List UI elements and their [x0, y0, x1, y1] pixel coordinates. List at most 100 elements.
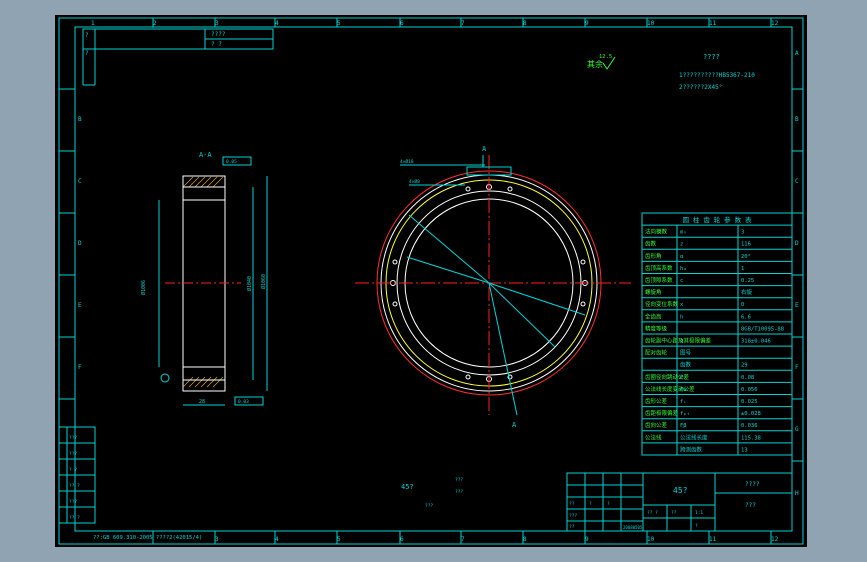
bottom-zone-3: 3: [215, 536, 219, 543]
gear-row-value: 115.38: [741, 435, 761, 441]
gear-row-symbol: hₐ: [680, 266, 687, 272]
title-small-2: ??: [671, 510, 677, 516]
gear-row-value: 1: [741, 266, 744, 272]
left-row-e: E: [78, 302, 82, 309]
bottom-zone-5: 5: [337, 536, 341, 543]
right-row-d: D: [795, 240, 799, 247]
stamp-mark: ?: [85, 32, 89, 39]
left-row-c: C: [78, 178, 82, 185]
section-tol-bottom: 0.03: [238, 399, 249, 405]
outer-frame: [58, 17, 804, 545]
stamp-mark-2: ?: [85, 50, 89, 57]
hatch-bottom: [182, 376, 224, 388]
top-zone-2: 2: [153, 20, 157, 27]
left-strip-1: ???: [69, 435, 77, 441]
gear-row-name: 全齿高: [645, 312, 662, 320]
bottom-zone-10: 10: [647, 536, 655, 543]
dim-width: 28: [199, 399, 205, 405]
stamp-cell-2: ? ?: [211, 41, 222, 48]
gear-row-name: 配对齿轮: [645, 349, 668, 357]
gear-row-name: 齿向公差: [645, 421, 668, 429]
top-zone-8: 8: [523, 20, 527, 27]
dim-inner: Ø1040: [246, 276, 253, 291]
title-small-1: ?? ?: [647, 510, 658, 516]
gear-row-value: 0.056: [741, 387, 758, 393]
tech-title: ????: [703, 53, 720, 61]
gear-row-name: 齿数: [645, 240, 657, 248]
drawing-canvas: 1 2 3 4 5 6 7 8 9 10 11 12 3 4 5 6 7 8 9…: [58, 17, 804, 545]
left-strip-table: ??? ??? ? ? ?? ? ??? ?? ?: [58, 426, 96, 524]
top-zone-7: 7: [461, 20, 465, 27]
gear-row-name: 齿距极限偏差: [645, 409, 679, 417]
gear-row-symbol: fₚₜ: [680, 411, 690, 417]
gear-row-value: 0.25: [741, 278, 754, 284]
section-mark-top: A: [482, 145, 487, 153]
gear-row-symbol: 公法线长度: [680, 433, 708, 441]
cad-viewport: 1 2 3 4 5 6 7 8 9 10 11 12 3 4 5 6 7 8 9…: [55, 15, 807, 547]
left-strip-3: ? ?: [69, 467, 77, 473]
gear-row-value: 20°: [741, 254, 751, 260]
gear-row-name: 齿顶隙系数: [645, 276, 673, 284]
gear-row-name: 公法线: [645, 433, 662, 441]
top-zone-9: 9: [585, 20, 589, 27]
hole-note-2: 4×Ø8: [409, 178, 420, 185]
hole-note-1: 4×Ø18: [400, 158, 414, 165]
stamp-cell-1: ????: [211, 31, 226, 38]
gear-row-name: 径向变位系数: [645, 300, 679, 308]
top-left-stamp: ? ? ???? ? ?: [82, 28, 274, 86]
gear-row-symbol: z: [680, 242, 683, 248]
gear-row-value: ±0.028: [741, 411, 761, 417]
section-tol-top: 0.05: [226, 159, 237, 165]
tech-requirements: ???? 1??????????HB5367-210 2??????2X45°: [679, 53, 755, 91]
gear-table-title: 圆 柱 齿 轮 参 数 表: [683, 215, 752, 224]
title-small-3: 1:1: [695, 510, 703, 516]
gear-row-name: 精度等级: [645, 324, 668, 332]
gear-row-value: 0.036: [741, 423, 758, 429]
gear-row-value: 116: [741, 242, 751, 248]
section-label: A-A: [199, 151, 212, 159]
gear-row-symbol: x: [680, 302, 684, 308]
gear-row-value: 0: [741, 302, 744, 308]
gear-row-symbol: Fw: [680, 387, 687, 393]
dim-left-diameter: Ø1006: [140, 280, 147, 295]
top-zone-1: 1: [91, 20, 95, 27]
tech-line-2: 2??????2X45°: [679, 84, 722, 91]
right-row-b: B: [795, 116, 799, 123]
gear-row-name: 齿轮副中心距及其极限偏差: [645, 337, 712, 345]
gear-row-symbol: 跨测齿数: [680, 445, 703, 453]
top-zone-5: 5: [337, 20, 341, 27]
title-row-2: ???: [569, 513, 577, 519]
gear-row-symbol: fᵢ: [680, 399, 687, 405]
material-note: 45?: [401, 483, 414, 491]
title-material: 45?: [673, 486, 688, 495]
top-zone-4: 4: [275, 20, 279, 27]
title-row-1: ??: [569, 501, 575, 507]
dim-outer: Ø1060: [260, 274, 267, 289]
gear-row-symbol: Fβ: [680, 423, 687, 429]
left-row-d: D: [78, 240, 82, 247]
title-row-3: ??: [569, 524, 575, 530]
right-row-e: E: [795, 302, 799, 309]
gear-row-symbol: α: [680, 254, 684, 260]
front-view: A A 4×Ø18 4×Ø8: [355, 145, 631, 429]
gear-row-name: 公法线长度变动公差: [645, 385, 695, 393]
gear-row-value: 13: [741, 447, 748, 453]
left-row-strip: [59, 88, 75, 400]
gear-row-symbol: c: [680, 278, 683, 284]
title-drawing-name: ????: [745, 481, 760, 488]
gear-row-name: 螺旋角: [645, 288, 662, 296]
gear-row-value: 右旋: [741, 288, 753, 296]
top-zone-6: 6: [400, 20, 404, 27]
left-strip-4: ?? ?: [69, 483, 80, 489]
gear-row-name: 法向模数: [645, 228, 668, 236]
bottom-zone-9: 9: [585, 536, 589, 543]
datum-circle-icon: [160, 373, 170, 383]
gear-row-value: 0.08: [741, 375, 754, 381]
section-mark-bottom: A: [512, 421, 517, 429]
left-strip-6: ?? ?: [69, 515, 80, 521]
right-row-g: G: [795, 426, 799, 433]
gear-row-value: 8GB/T10095-88: [741, 326, 784, 332]
bottom-zone-8: 8: [523, 536, 527, 543]
tech-line-1: 1??????????HB5367-210: [679, 72, 755, 79]
title-block: 45? ???? ??? ?? ??? ?? ? ? ?? ? ?? 1:1 ?…: [566, 472, 793, 532]
